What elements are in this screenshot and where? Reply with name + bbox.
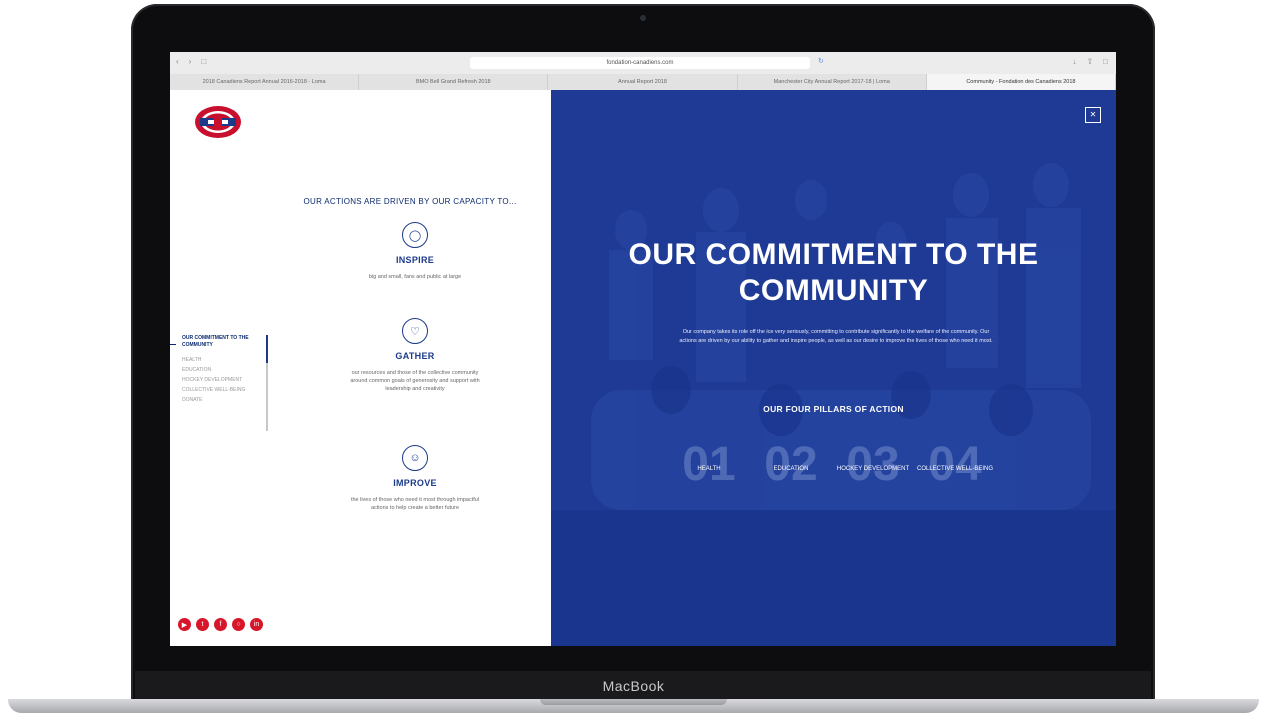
nav-buttons: ‹ › □ [176, 57, 206, 66]
tab-bar: 2018 Canadiens Report Annual 2016-2018 -… [170, 74, 1116, 90]
scroll-progress [266, 335, 268, 363]
linkedin-icon[interactable]: in [250, 618, 263, 631]
instagram-icon[interactable]: ○ [232, 618, 245, 631]
social-links: ▶ t f ○ in [178, 618, 263, 631]
pillar-title: GATHER [395, 351, 435, 361]
hero-title: OUR COMMITMENT TO THE COMMUNITY [628, 238, 1039, 307]
camera-dot [640, 15, 646, 21]
section-nav-item[interactable]: EDUCATION [182, 365, 267, 375]
pillar-health[interactable]: 01 HEALTH [669, 435, 749, 495]
canadiens-logo[interactable] [194, 104, 242, 140]
browser-chrome: ‹ › □ fondation-canadiens.com ↻ ↓ ⇧ □ 20… [170, 52, 1116, 91]
youtube-icon[interactable]: ▶ [178, 618, 191, 631]
twitter-icon[interactable]: t [196, 618, 209, 631]
pillar-label: HOCKEY DEVELOPMENT [836, 466, 910, 472]
facebook-icon[interactable]: f [214, 618, 227, 631]
url-row: ‹ › □ fondation-canadiens.com ↻ ↓ ⇧ □ [170, 52, 1116, 74]
pillar-label: COLLECTIVE WELL-BEING [916, 466, 994, 472]
pillar-label: EDUCATION [773, 466, 809, 472]
browser-tab[interactable]: 2018 Canadiens Report Annual 2016-2018 -… [170, 74, 360, 90]
browser-tab[interactable]: Annual Report 2018 [548, 74, 738, 90]
browser-tab[interactable]: BMO Bell Grand Refresh 2018 [359, 74, 549, 90]
pillars-row: 01 HEALTH 02 EDUCATION 03 HOCKEY DEVELOP… [669, 435, 999, 495]
hero-intro: Our company takes its role off the ice v… [679, 329, 993, 344]
section-nav-item[interactable]: DONATE [182, 395, 267, 405]
pillar-text: the lives of those who need it most thro… [350, 497, 480, 511]
close-icon[interactable]: ✕ [1085, 107, 1101, 123]
device-brand: MacBook [602, 678, 665, 694]
pillar-wellbeing[interactable]: 04 COLLECTIVE WELL-BEING [915, 435, 995, 495]
capacity-heading: OUR ACTIONS ARE DRIVEN BY OUR CAPACITY T… [303, 197, 517, 206]
address-bar[interactable]: fondation-canadiens.com [470, 57, 810, 69]
section-nav: OUR COMMITMENT TO THE COMMUNITY HEALTH E… [182, 335, 267, 405]
left-panel: OUR ACTIONS ARE DRIVEN BY OUR CAPACITY T… [170, 90, 551, 646]
screen: ‹ › □ fondation-canadiens.com ↻ ↓ ⇧ □ 20… [170, 52, 1116, 646]
browser-tab[interactable]: Manchester City Annual Report 2017-18 | … [737, 74, 927, 90]
sidebar-icon[interactable]: □ [201, 57, 206, 66]
pillar-title: IMPROVE [393, 478, 437, 488]
reload-icon[interactable]: ↻ [818, 57, 824, 65]
pillar-gather: ♡ GATHER our resources and those of the … [315, 318, 515, 393]
hero-panel: ✕ OUR COMMITMENT TO THE COMMUNITY Our co… [551, 90, 1116, 646]
pillar-inspire: ◯ INSPIRE big and small, fans and public… [315, 222, 515, 281]
pillar-education[interactable]: 02 EDUCATION [751, 435, 831, 495]
pillar-text: big and small, fans and public at large [368, 274, 462, 280]
nav-indicator [170, 344, 176, 345]
laptop-notch [540, 699, 727, 705]
pillars-label: OUR FOUR PILLARS OF ACTION [763, 404, 904, 414]
download-icon[interactable]: ↓ [1072, 57, 1076, 66]
pillar-hockey[interactable]: 03 HOCKEY DEVELOPMENT [833, 435, 913, 495]
pillar-improve: ☺ IMPROVE the lives of those who need it… [315, 445, 515, 512]
forward-icon[interactable]: › [189, 57, 192, 66]
smile-icon: ☺ [402, 445, 428, 471]
browser-tab-active[interactable]: Community - Fondation des Canadiens 2018 [926, 74, 1116, 90]
section-nav-item[interactable]: HEALTH [182, 355, 267, 365]
section-nav-item[interactable]: HOCKEY DEVELOPMENT [182, 375, 267, 385]
lightbulb-icon: ◯ [402, 222, 428, 248]
heart-icon: ♡ [402, 318, 428, 344]
share-icon[interactable]: ⇧ [1086, 57, 1093, 66]
pillar-label: HEALTH [697, 466, 721, 472]
tabs-icon[interactable]: □ [1103, 57, 1108, 66]
section-nav-item[interactable]: COLLECTIVE WELL-BEING [182, 385, 267, 395]
crowd-photo-overlay [551, 90, 1116, 646]
pillar-text: our resources and those of the collectiv… [350, 370, 480, 392]
section-nav-current[interactable]: OUR COMMITMENT TO THE COMMUNITY [182, 335, 267, 349]
toolbar-icons: ↓ ⇧ □ [1072, 57, 1108, 66]
pillar-title: INSPIRE [395, 255, 435, 265]
back-icon[interactable]: ‹ [176, 57, 179, 66]
